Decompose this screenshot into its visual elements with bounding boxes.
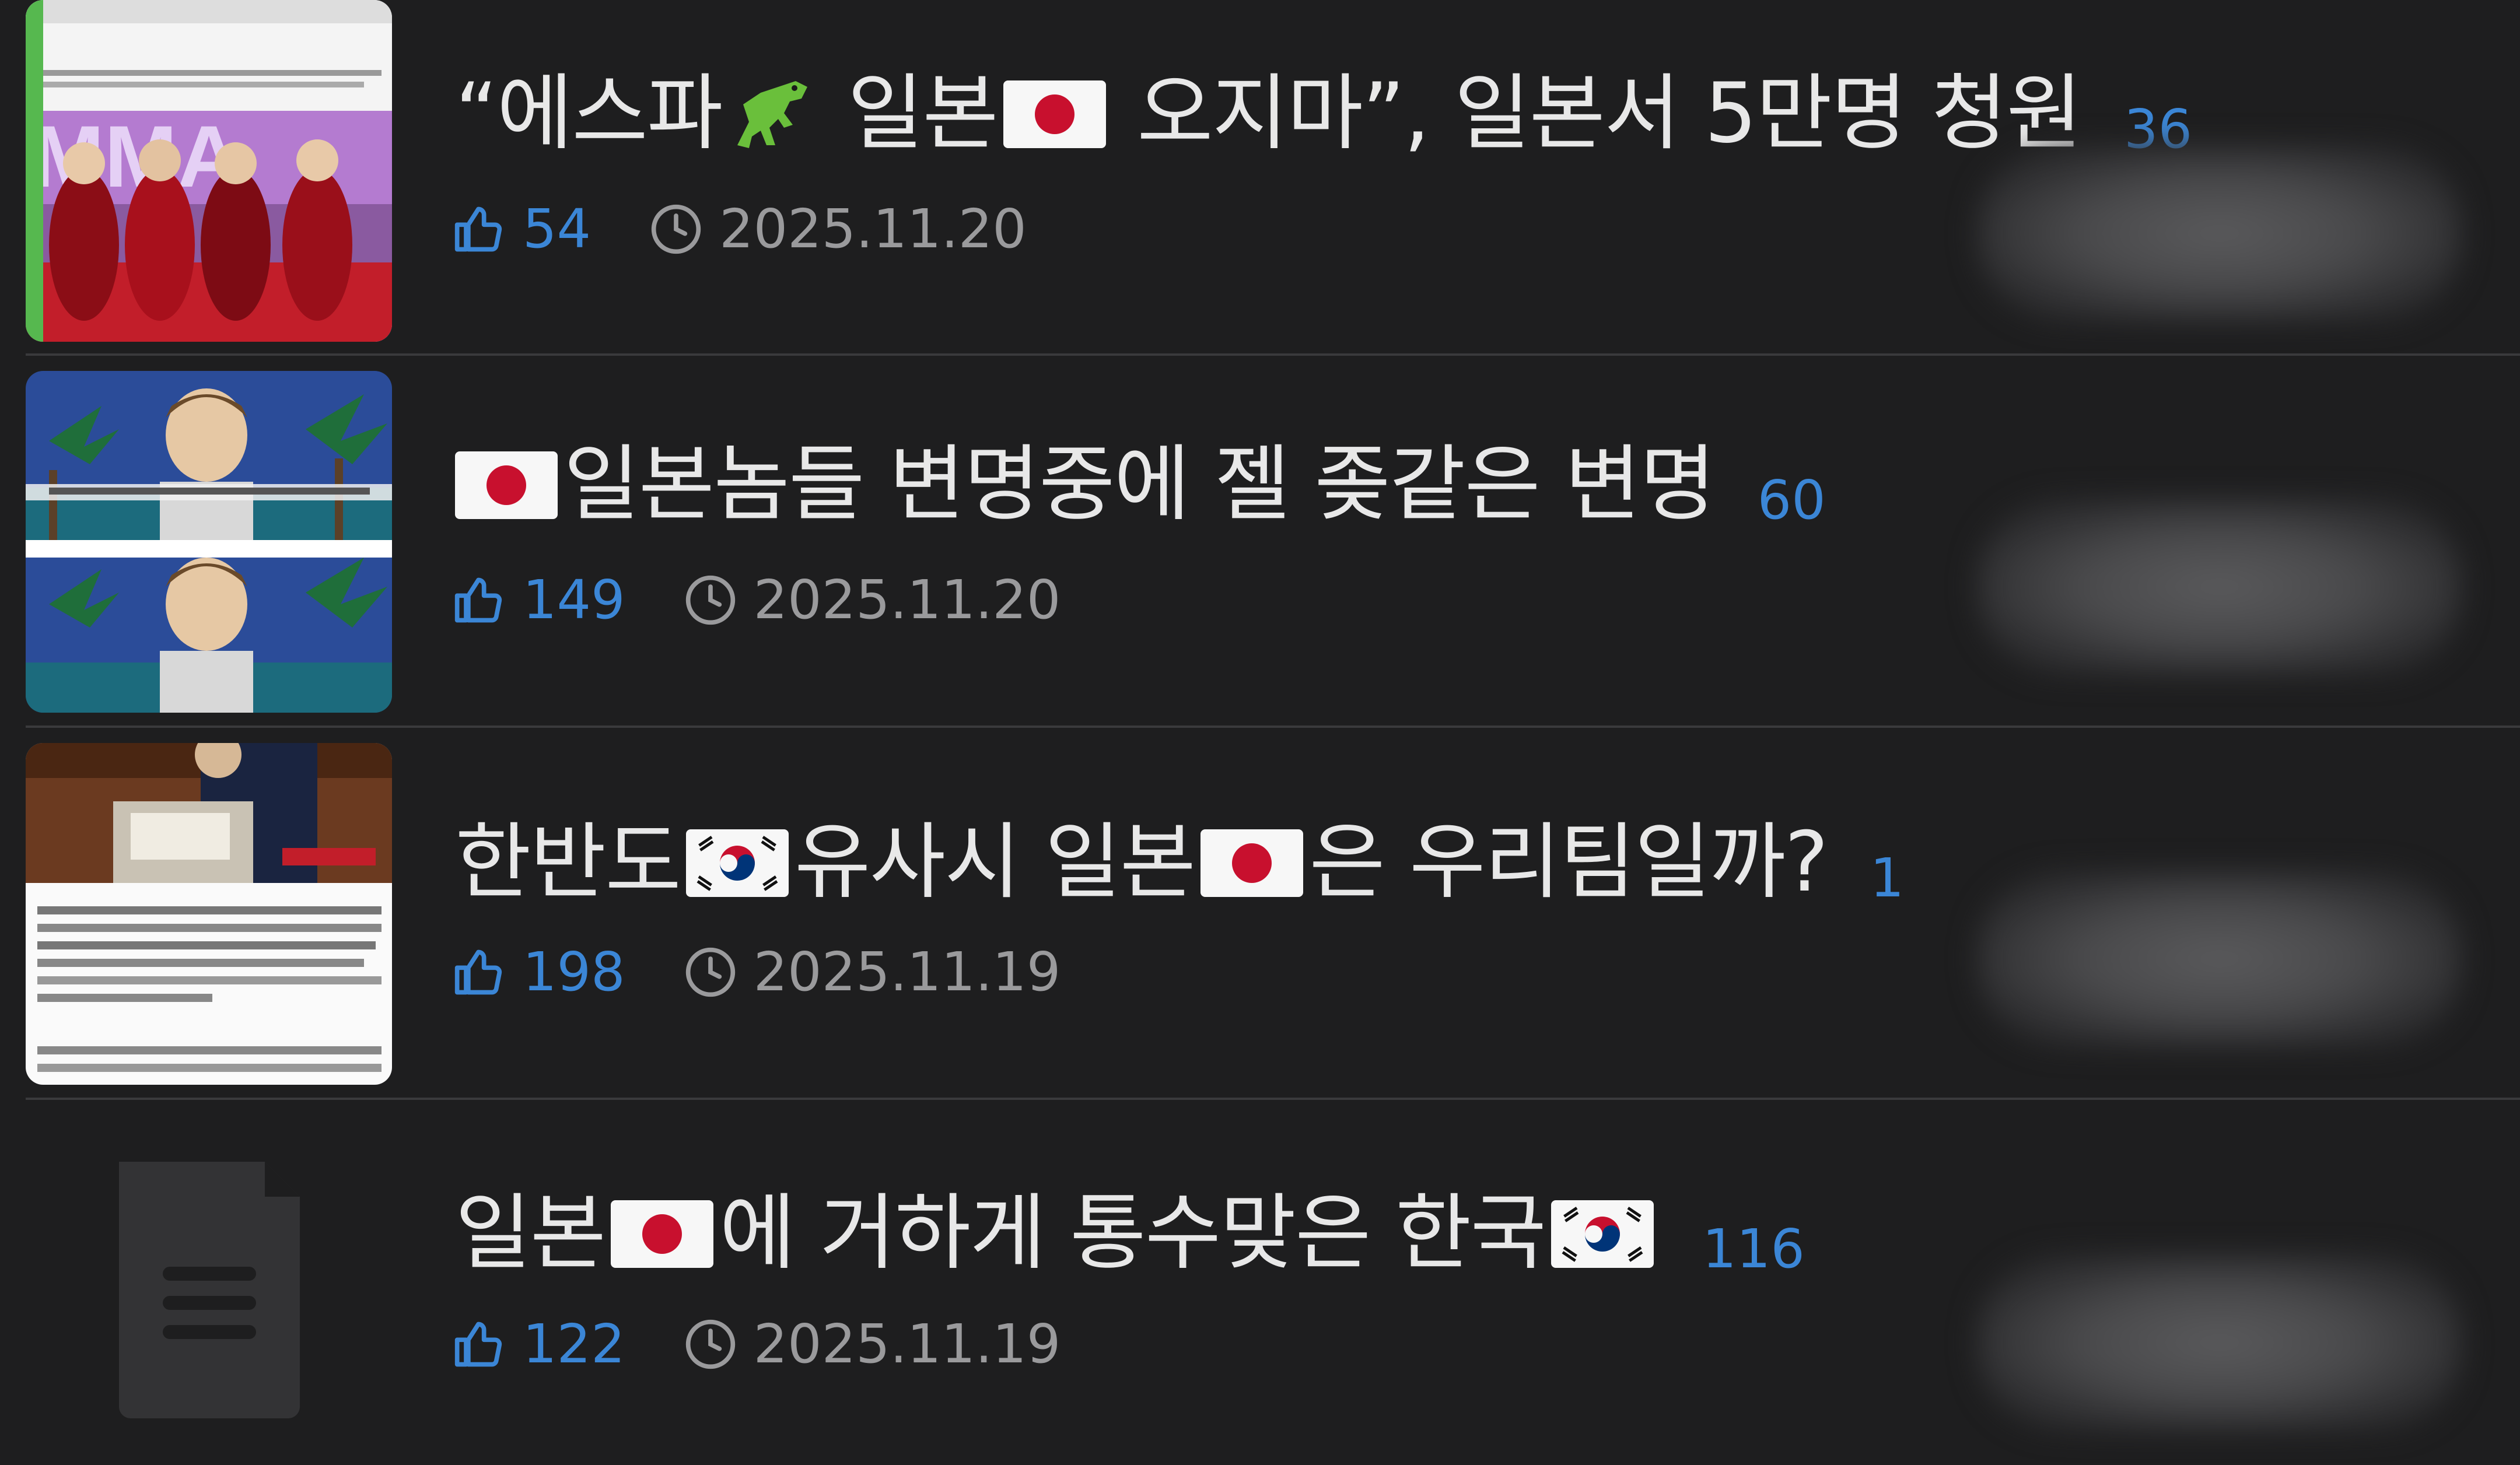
post-meta: 198 2025.11.19 <box>453 940 1060 1004</box>
thumbnail-image: MMA <box>26 0 392 342</box>
title-text: 일본 <box>847 65 999 162</box>
list-item[interactable]: 한반도 유사시 일본 은 우리팀일까? 1 198 2025.11.19 <box>0 743 2520 1114</box>
list-item[interactable]: 일본놈들 변명중에 젤 좆같은 변명 60 149 2025.11.20 <box>0 371 2520 742</box>
post-meta: 149 2025.11.20 <box>453 568 1060 632</box>
document-icon <box>119 1162 300 1418</box>
title-text: 은 우리팀일까? <box>1309 814 1828 910</box>
post-list: MMA “에스파 일본 오지마”, 일본서 5만명 청원 36 54 2025.… <box>0 0 2520 1465</box>
dinosaur-emoji <box>726 69 819 157</box>
divider <box>26 1098 2520 1100</box>
list-item[interactable]: MMA “에스파 일본 오지마”, 일본서 5만명 청원 36 54 2025.… <box>0 0 2520 371</box>
like-count: 149 <box>523 569 625 631</box>
post-date: 2025.11.20 <box>719 198 1027 260</box>
thumbnail-image <box>26 371 392 713</box>
post-thumbnail[interactable] <box>26 743 392 1085</box>
comment-count[interactable]: 116 <box>1702 1218 1805 1280</box>
thumbs-up-icon <box>453 945 506 999</box>
title-text: 유사시 일본 <box>794 814 1196 910</box>
blurred-thumbnail <box>1978 871 2462 1046</box>
title-text: 오지마”, 일본서 5만명 청원 <box>1137 65 2082 162</box>
japan-flag-icon <box>611 1200 714 1268</box>
korea-flag-icon <box>1551 1200 1654 1268</box>
post-title[interactable]: “에스파 일본 오지마”, 일본서 5만명 청원 36 <box>455 64 2192 173</box>
thumbs-up-icon <box>453 202 506 256</box>
japan-flag-icon <box>455 451 558 519</box>
japan-flag-icon <box>1003 80 1106 148</box>
post-meta: 54 2025.11.20 <box>453 197 1027 261</box>
like-count: 122 <box>523 1313 625 1375</box>
title-text: “에스파 <box>455 65 723 162</box>
blurred-thumbnail <box>1978 146 2462 321</box>
clock-icon <box>684 1317 737 1371</box>
clock-icon <box>684 945 737 999</box>
list-item[interactable]: 일본 에 거하게 통수맞은 한국 116 122 2025.11.19 <box>0 1115 2520 1465</box>
divider <box>26 353 2520 356</box>
comment-count[interactable]: 1 <box>1870 847 1905 909</box>
like-count: 54 <box>523 198 592 260</box>
post-thumbnail[interactable] <box>26 1115 392 1457</box>
comment-count[interactable]: 60 <box>1758 469 1826 531</box>
post-title[interactable]: 일본놈들 변명중에 젤 좆같은 변명 60 <box>455 435 1826 544</box>
korea-flag-icon <box>685 829 789 897</box>
post-date: 2025.11.19 <box>753 941 1061 1003</box>
title-text: 한반도 <box>455 814 681 910</box>
clock-icon <box>649 202 703 256</box>
divider <box>26 726 2520 728</box>
thumbs-up-icon <box>453 573 506 627</box>
like-count: 198 <box>523 941 625 1003</box>
blurred-thumbnail <box>1978 499 2462 674</box>
blurred-thumbnail <box>1978 1255 2462 1430</box>
title-text: 일본놈들 변명중에 젤 좆같은 변명 <box>564 436 1716 532</box>
thumbnail-image <box>26 743 392 1085</box>
title-text: 일본 <box>455 1185 606 1281</box>
clock-icon <box>684 573 737 627</box>
japan-flag-icon <box>1200 829 1304 897</box>
post-title[interactable]: 한반도 유사시 일본 은 우리팀일까? 1 <box>455 813 1904 922</box>
post-thumbnail[interactable] <box>26 371 392 713</box>
post-date: 2025.11.19 <box>753 1313 1061 1375</box>
post-thumbnail[interactable]: MMA <box>26 0 392 342</box>
thumbs-up-icon <box>453 1317 506 1371</box>
post-meta: 122 2025.11.19 <box>453 1312 1060 1376</box>
title-text: 에 거하게 통수맞은 한국 <box>719 1185 1546 1281</box>
post-date: 2025.11.20 <box>753 569 1061 631</box>
post-title[interactable]: 일본 에 거하게 통수맞은 한국 116 <box>455 1184 1805 1293</box>
